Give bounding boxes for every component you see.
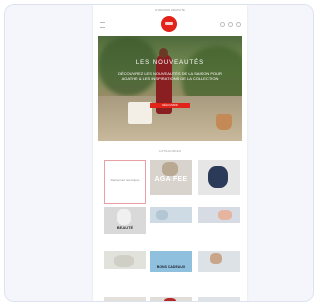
hero-title: LES NOUVEAUTÉS	[135, 60, 205, 66]
cart-icon[interactable]	[236, 22, 241, 27]
account-icon[interactable]	[228, 22, 233, 27]
category-tile-label: AGA FEE	[154, 176, 188, 183]
mobile-page: LIVRAISON GRATUITE LES NOUVEAUTÉS DÉCOUV…	[93, 5, 247, 301]
tile-image	[218, 210, 232, 220]
hero-foliage-left	[98, 36, 158, 96]
top-bar: LIVRAISON GRATUITE	[93, 5, 247, 35]
category-tile[interactable]	[104, 297, 146, 301]
promo-banner: LIVRAISON GRATUITE	[154, 9, 186, 12]
screenshot-card: LIVRAISON GRATUITE LES NOUVEAUTÉS DÉCOUV…	[4, 4, 314, 302]
header-actions	[220, 22, 241, 27]
categories-title: CATÉGORIES	[158, 149, 182, 153]
tile-image	[164, 298, 176, 301]
hero-text: DÉCOUVREZ LES NOUVEAUTÉS DE LA SAISON PO…	[118, 71, 222, 81]
category-tile-label: BEAUTÉ	[116, 225, 134, 230]
tile-image	[162, 162, 178, 176]
hero-pot	[216, 114, 232, 130]
tile-image	[114, 255, 134, 267]
search-icon[interactable]	[220, 22, 225, 27]
category-tile-aga-fee[interactable]: AGA FEE	[150, 160, 192, 195]
category-tile-bijoux[interactable]: Découvrez nos bijoux	[104, 160, 146, 204]
tile-image	[156, 210, 168, 220]
category-tile-bons-cadeaux[interactable]: BONS CADEAUX	[150, 251, 192, 272]
category-tile-label: Découvrez nos bijoux	[110, 178, 140, 182]
category-tile[interactable]	[104, 251, 146, 269]
hero-banner[interactable]: LES NOUVEAUTÉS DÉCOUVREZ LES NOUVEAUTÉS …	[98, 36, 242, 141]
tile-image	[208, 166, 228, 188]
menu-icon[interactable]	[100, 22, 105, 28]
tile-image	[117, 209, 131, 225]
category-tile[interactable]	[150, 297, 192, 301]
category-tile[interactable]	[198, 251, 240, 272]
hero-model-head	[159, 48, 168, 58]
category-tile-label: BONS CADEAUX	[156, 265, 186, 269]
hero-chair	[128, 102, 152, 124]
category-tile-beaute[interactable]: BEAUTÉ	[104, 207, 146, 234]
brand-logo[interactable]	[161, 16, 177, 32]
hero-cta-button[interactable]: DÉCOUVRIR	[150, 103, 190, 108]
category-tile[interactable]	[198, 207, 240, 223]
category-tile[interactable]	[198, 160, 240, 195]
category-tile[interactable]	[150, 207, 192, 223]
tile-image	[210, 253, 222, 264]
category-tile[interactable]	[198, 297, 240, 301]
